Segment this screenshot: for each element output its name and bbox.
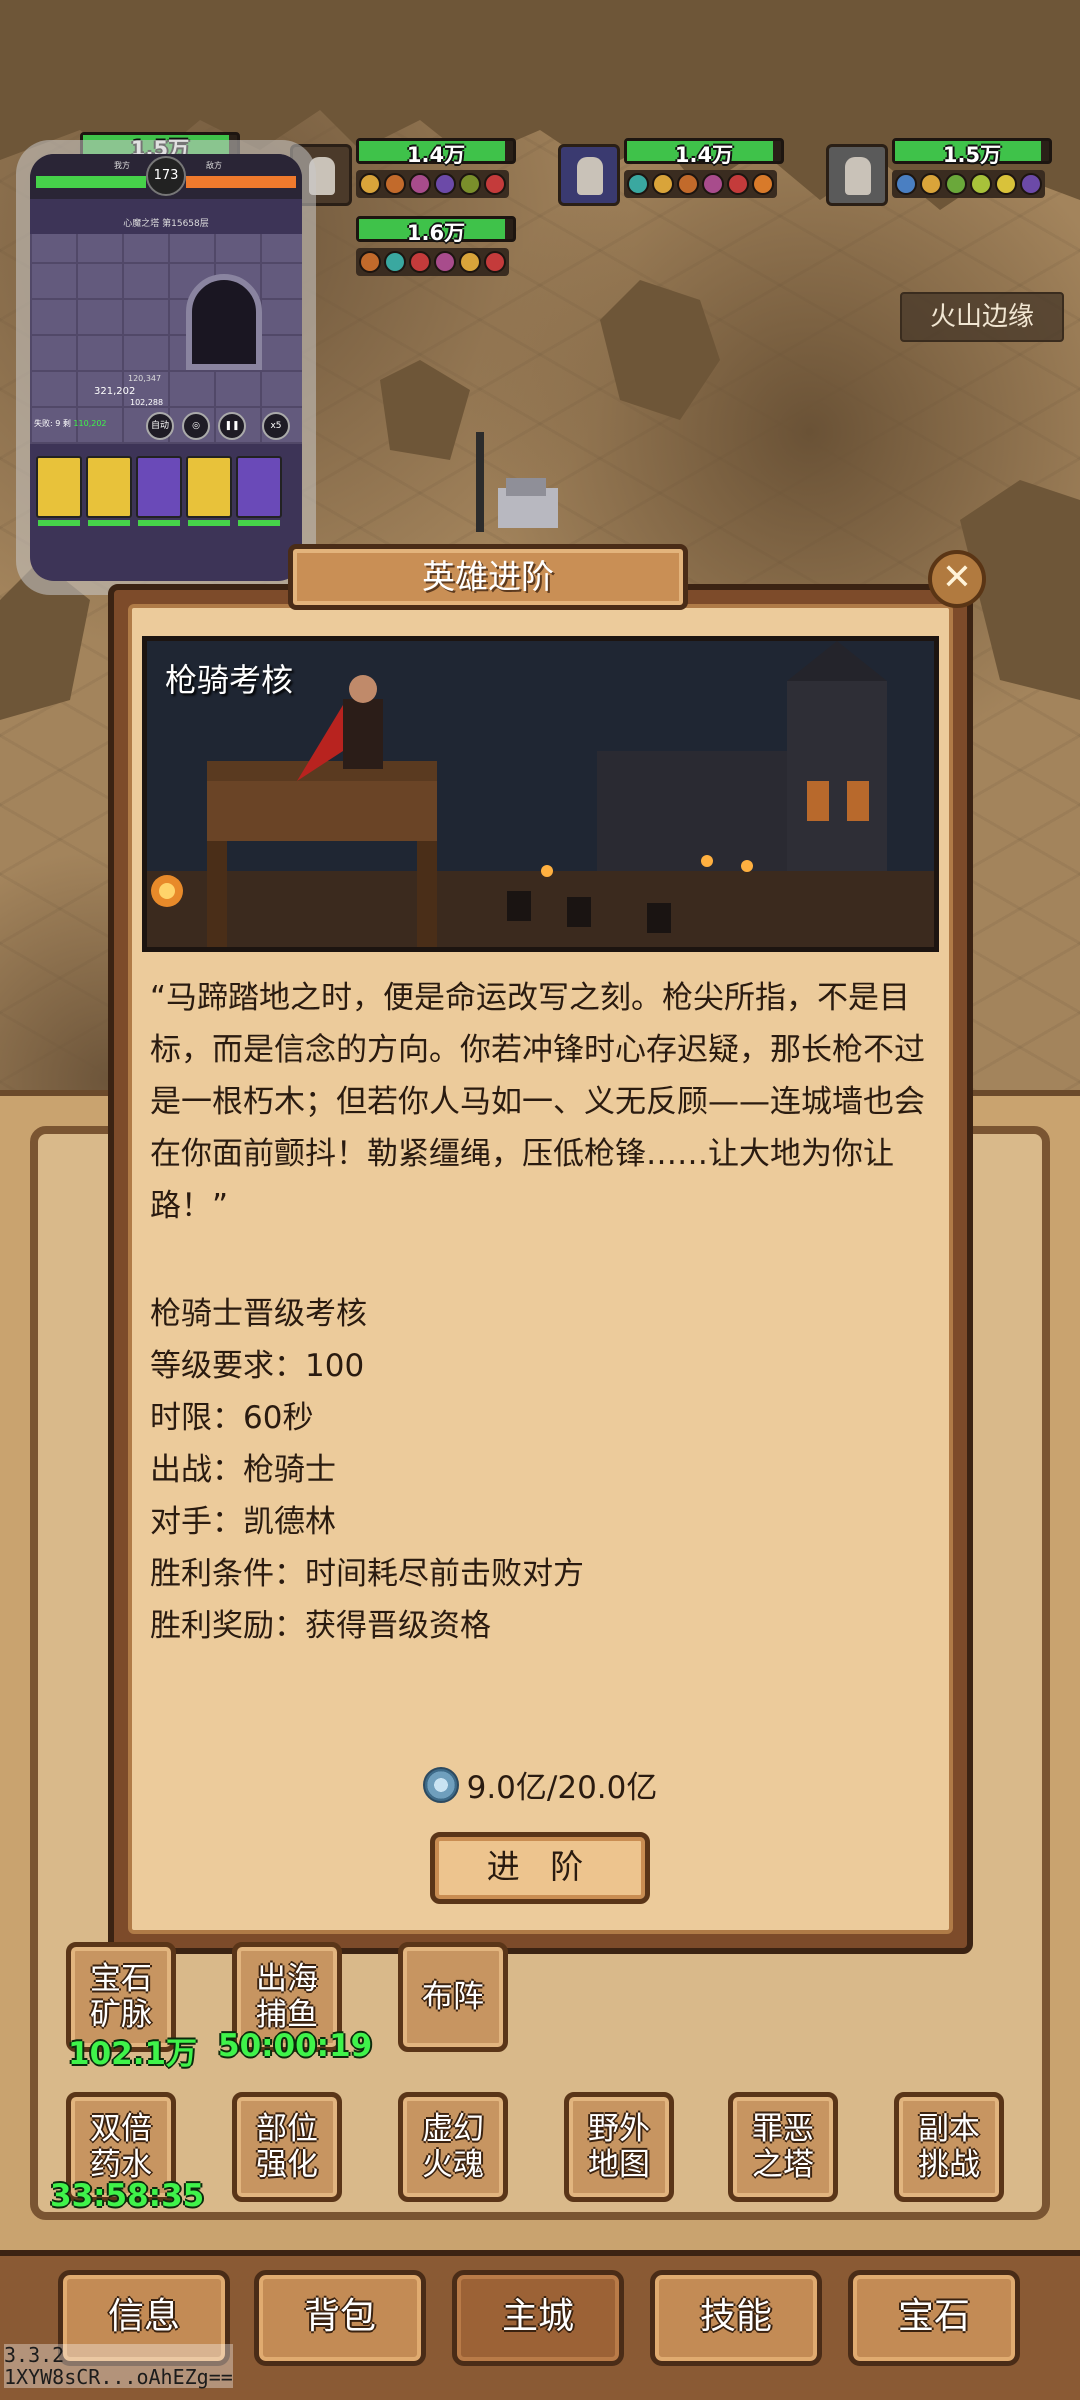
skill-icon (995, 173, 1017, 195)
dialog-title: 英雄进阶 (288, 544, 688, 610)
skill-icon (677, 173, 699, 195)
skill-icon (359, 173, 381, 195)
mini-stage-label: 心魔之塔 第15658层 (123, 219, 209, 229)
mini-hero-slot[interactable] (36, 456, 82, 526)
mini-damage-low: 102,288 (130, 398, 164, 407)
skill-icon (434, 173, 456, 195)
tab-gems[interactable]: 宝石 (848, 2270, 1020, 2366)
version-number: 3.3.2 (4, 2343, 65, 2367)
skill-icon (459, 251, 481, 273)
hero-skill-row (356, 170, 509, 198)
mini-pause-button[interactable]: ❚❚ (218, 412, 246, 440)
scene-title: 枪骑考核 (165, 661, 294, 699)
hero-portrait (558, 144, 620, 206)
hero-skill-row (356, 248, 509, 276)
hero-card-4[interactable]: 1.6万 (290, 216, 530, 306)
hero-skill-row (892, 170, 1045, 198)
skill-icon (895, 173, 917, 195)
skill-icon (752, 173, 774, 195)
phantom-soul-button[interactable]: 虚幻火魂 (398, 2092, 508, 2202)
tab-skills[interactable]: 技能 (650, 2270, 822, 2366)
hero-hp-text: 1.6万 (406, 221, 466, 245)
evil-tower-button[interactable]: 罪恶之塔 (728, 2092, 838, 2202)
requirement-opponent: 对手：凯德林 (150, 1504, 336, 1540)
fishing-timer: 50:00:19 (218, 2028, 373, 2064)
mini-time-label: 失败: 9 剩 110,202 (34, 419, 107, 428)
mini-hero-slot[interactable] (186, 456, 232, 526)
hero-hp-bar: 1.6万 (356, 216, 516, 245)
skill-icon (970, 173, 992, 195)
dungeon-button[interactable]: 副本挑战 (894, 2092, 1004, 2202)
hero-portrait (826, 144, 888, 206)
close-icon[interactable]: ✕ (928, 550, 986, 608)
gem-mine-value: 102.1万 (68, 2036, 198, 2072)
region-label[interactable]: 火山边缘 (900, 292, 1064, 342)
wild-map-button[interactable]: 野外地图 (564, 2092, 674, 2202)
tab-main-city[interactable]: 主城 (452, 2270, 624, 2366)
requirement-hero: 出战：枪骑士 (150, 1452, 336, 1488)
mini-ally-hp (36, 176, 146, 188)
part-enhance-button[interactable]: 部位强化 (232, 2092, 342, 2202)
advance-cost: 9.0亿/20.0亿 (150, 1762, 930, 1807)
skill-icon (384, 173, 406, 195)
build-id: 1XYW8sCR...oAhEZg== (4, 2365, 233, 2389)
skill-icon (409, 173, 431, 195)
hero-hp-text: 1.4万 (674, 143, 734, 167)
requirement-time-limit: 时限：60秒 (150, 1400, 314, 1436)
skill-icon (359, 251, 381, 273)
skill-icon (434, 251, 456, 273)
version-info: 3.3.2 1XYW8sCR...oAhEZg== (4, 2344, 233, 2388)
mini-left-label: 我方 (114, 161, 130, 170)
mini-enemy-hp (186, 176, 296, 188)
mini-hero-slot[interactable] (86, 456, 132, 526)
skill-icon (484, 251, 506, 273)
mini-hero-slot[interactable] (236, 456, 282, 526)
skill-icon (652, 173, 674, 195)
mini-right-label: 敌方 (206, 161, 222, 170)
skill-icon (727, 173, 749, 195)
hero-skill-row (624, 170, 777, 198)
requirement-heading: 枪骑士晋级考核 (150, 1296, 367, 1332)
skill-icon (1020, 173, 1042, 195)
requirement-reward: 胜利奖励：获得晋级资格 (150, 1608, 491, 1644)
mini-dungeon-window (186, 274, 262, 370)
formation-button[interactable]: 布阵 (398, 1942, 508, 2052)
mini-damage-mid: 321,202 (94, 386, 136, 397)
skill-icon (945, 173, 967, 195)
mini-hero-slot[interactable] (136, 456, 182, 526)
skill-icon (459, 173, 481, 195)
mini-speed-button[interactable]: x5 (262, 412, 290, 440)
hero-hp-bar: 1.4万 (356, 138, 516, 167)
requirement-level: 等级要求：100 (150, 1348, 365, 1384)
hero-card-3[interactable]: 1.5万 (826, 138, 1066, 228)
requirements-list: 枪骑士晋级考核 等级要求：100 时限：60秒 出战：枪骑士 对手：凯德林 胜利… (150, 1288, 910, 1652)
mini-camera-button[interactable]: ◎ (182, 412, 210, 440)
skill-icon (484, 173, 506, 195)
hero-hp-text: 1.4万 (406, 143, 466, 167)
trial-quote: “马蹄踏地之时，便是命运改写之刻。枪尖所指，不是目标，而是信念的方向。你若冲锋时… (150, 980, 925, 1224)
hero-hp-bar: 1.4万 (624, 138, 784, 167)
skill-icon (384, 251, 406, 273)
mini-level-badge: 173 (146, 156, 186, 196)
knight-sprite (476, 432, 558, 532)
cost-value: 9.0亿/20.0亿 (466, 1770, 658, 1806)
hero-card-1[interactable]: 1.4万 (290, 138, 530, 228)
skill-icon (702, 173, 724, 195)
advance-button[interactable]: 进 阶 (430, 1832, 650, 1904)
hero-card-2[interactable]: 1.4万 (558, 138, 798, 228)
hero-hp-text: 1.5万 (942, 143, 1002, 167)
double-potion-timer: 33:58:35 (50, 2178, 205, 2214)
mini-battle-window[interactable]: 我方 敌方 173 心魔之塔 第15658层 120,347 321,202 1… (16, 140, 316, 595)
trial-scene-image: 枪骑考核 (142, 636, 939, 952)
mini-auto-button[interactable]: 自动 (146, 412, 174, 440)
hero-hp-bar: 1.5万 (892, 138, 1052, 167)
tab-bag[interactable]: 背包 (254, 2270, 426, 2366)
skill-icon (920, 173, 942, 195)
coin-icon (422, 1766, 459, 1803)
mini-hero-row (36, 456, 282, 526)
skill-icon (409, 251, 431, 273)
requirement-win-condition: 胜利条件：时间耗尽前击败对方 (150, 1556, 584, 1592)
mini-damage-top: 120,347 (128, 374, 162, 383)
skill-icon (627, 173, 649, 195)
